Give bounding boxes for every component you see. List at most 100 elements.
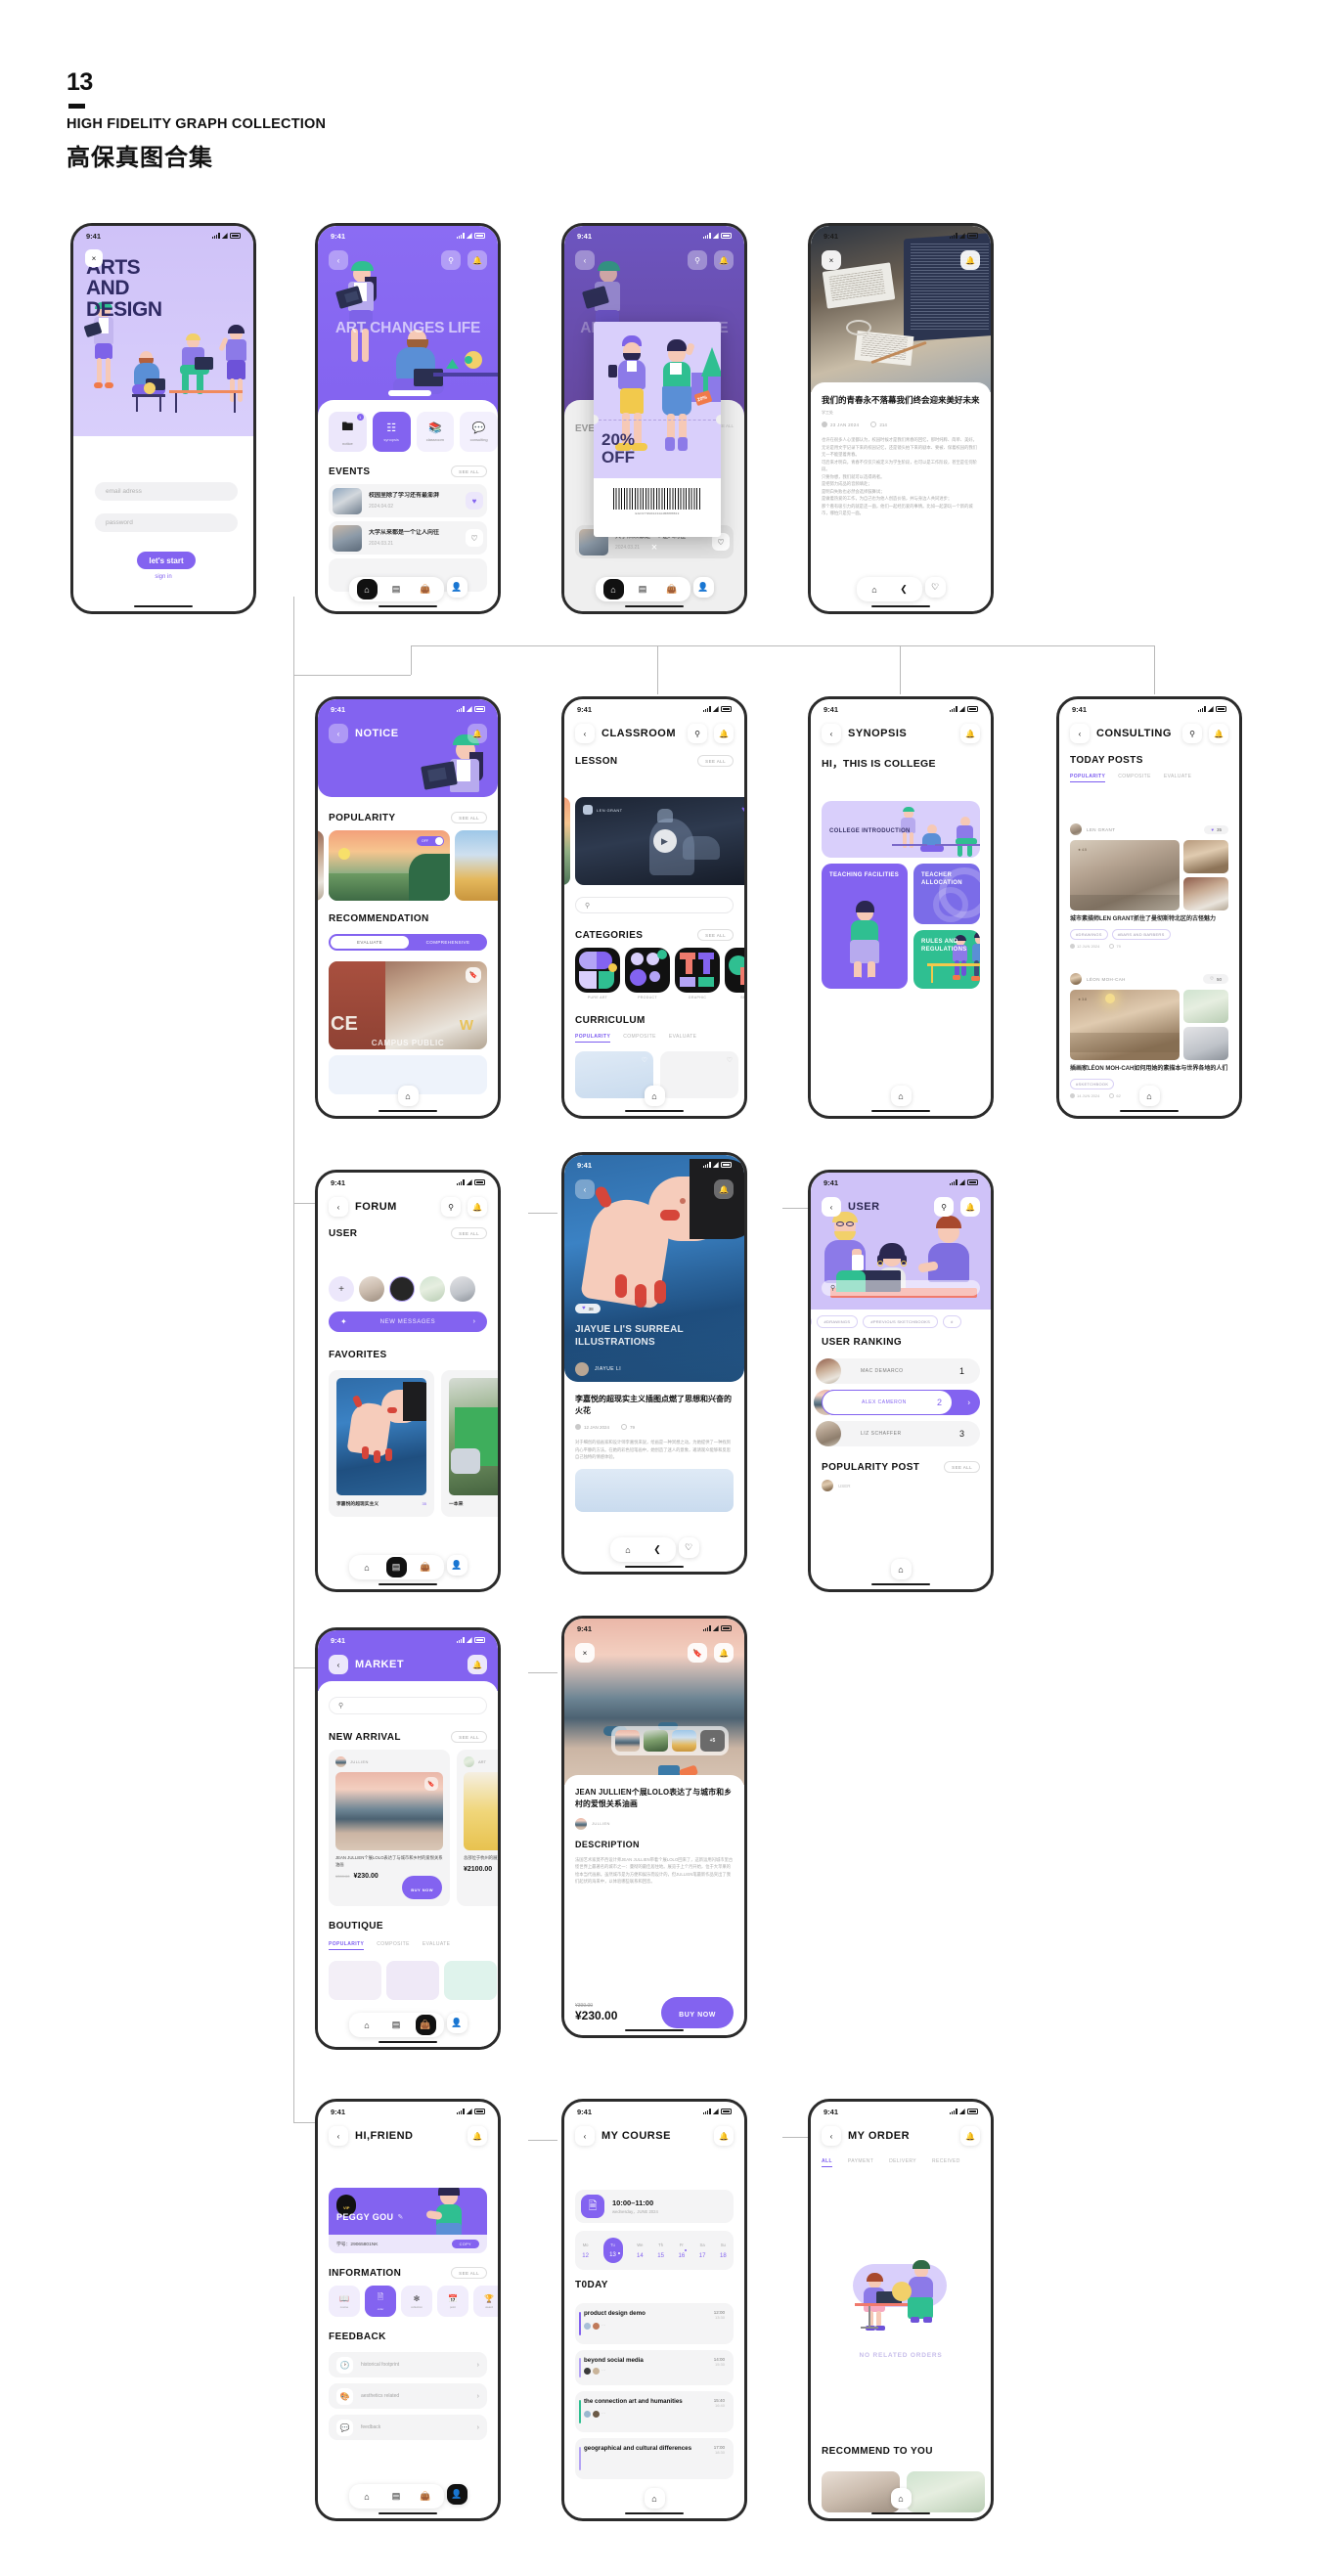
- dock-profile[interactable]: 👤: [446, 2484, 468, 2505]
- dock-bag[interactable]: 👜: [661, 579, 683, 600]
- bell-icon[interactable]: 🔔: [1209, 724, 1228, 743]
- event-row[interactable]: 校园里除了学习还有最澎湃 2024.04.02 ♥: [329, 484, 487, 517]
- dock-home[interactable]: ⌂: [890, 1086, 912, 1106]
- favorite-card[interactable]: 李嘉悦的超现实主义 35: [329, 1370, 434, 1517]
- day-we[interactable]: We 14: [637, 2243, 644, 2259]
- back-button[interactable]: ‹: [575, 2126, 595, 2146]
- post-tag[interactable]: #BARS AND BARBERS: [1111, 929, 1171, 940]
- bell-icon[interactable]: 🔔: [468, 2126, 487, 2146]
- dock-home[interactable]: ⌂: [890, 1559, 912, 1579]
- category-product[interactable]: PRODUCT: [625, 948, 670, 999]
- dock-home[interactable]: ⌂: [356, 2015, 378, 2035]
- dock-bag[interactable]: 👜: [415, 2015, 436, 2035]
- lesson-row[interactable]: geographical and cultural differences 17…: [575, 2438, 734, 2479]
- tab-evaluate[interactable]: EVALUATE: [1164, 774, 1192, 782]
- boutique-card[interactable]: [386, 1961, 439, 2000]
- bell-icon[interactable]: 🔔: [468, 250, 487, 270]
- lesson-row[interactable]: the connection art and humanities ··· 15…: [575, 2391, 734, 2432]
- close-button[interactable]: ×: [85, 249, 103, 267]
- popularity-see-all[interactable]: SEE ALL: [451, 812, 487, 823]
- lesson-video-card[interactable]: LEN GRANT ♥ ▶: [575, 797, 744, 885]
- post-item[interactable]: LÉON MOH-CAH ♡ 50 ★ 3.8 插画家LÉON MOH-CAH如…: [1070, 973, 1228, 1098]
- information-see-all[interactable]: SEE ALL: [451, 2267, 487, 2279]
- dock-home[interactable]: ⌂: [356, 1557, 378, 1577]
- bell-icon[interactable]: 🔔: [468, 1655, 487, 1674]
- dock-home[interactable]: ⌂: [356, 579, 378, 600]
- dock-home[interactable]: ⌂: [356, 2486, 378, 2507]
- bell-icon[interactable]: 🔔: [714, 724, 734, 743]
- dock-profile[interactable]: 👤: [692, 577, 714, 598]
- quick-nav-notice[interactable]: 🖿 notice 1: [329, 412, 367, 452]
- action-share[interactable]: ❮: [893, 579, 914, 600]
- current-session-card[interactable]: 🗎 10:00–11:00 wednesday，JUNE 2024: [575, 2190, 734, 2223]
- bell-icon[interactable]: 🔔: [960, 1197, 980, 1217]
- event-row[interactable]: 大学从来都是一个让人向往 2024.03.21 ♡: [329, 521, 487, 555]
- coupon-ticket[interactable]: 20% 20% OFF EGO1TNM01234A4B8888813: [594, 322, 721, 537]
- back-button[interactable]: ‹: [329, 1655, 348, 1674]
- tab-popularity[interactable]: POPULARITY: [575, 1034, 611, 1043]
- close-button[interactable]: ×: [575, 1643, 595, 1663]
- tile-teacher-allocation[interactable]: TEACHER ALLOCATION: [913, 864, 980, 924]
- market-search-input[interactable]: ⚲: [329, 1697, 487, 1714]
- bell-icon[interactable]: 🔔: [960, 250, 980, 270]
- close-button[interactable]: ×: [822, 250, 841, 270]
- lesson-see-all[interactable]: SEE ALL: [697, 755, 734, 767]
- back-button[interactable]: ‹: [329, 250, 348, 270]
- tile-rules-regulations[interactable]: RULES AND REGULATIONS: [913, 930, 980, 989]
- dock-news[interactable]: ▤: [632, 579, 653, 600]
- back-button[interactable]: ‹: [575, 724, 595, 743]
- back-button[interactable]: ‹: [329, 1197, 348, 1217]
- lesson-row[interactable]: product design demo ··· 12:00 13:30: [575, 2303, 734, 2344]
- action-share[interactable]: ❮: [646, 1539, 668, 1560]
- feedback-row-historical[interactable]: 🕑 historical footprint ›: [329, 2352, 487, 2377]
- bell-icon[interactable]: 🔔: [960, 724, 980, 743]
- search-icon[interactable]: ⚲: [688, 250, 707, 270]
- product-card[interactable]: JULLIEN 🔖 JEAN JULLIEN个展LOLO表达了与城市和乡村的爱恨…: [329, 1750, 450, 1906]
- bell-icon[interactable]: 🔔: [960, 2126, 980, 2146]
- bookmark-icon[interactable]: 🔖: [466, 967, 481, 983]
- action-home[interactable]: ⌂: [617, 1539, 639, 1560]
- bell-icon[interactable]: 🔔: [714, 250, 734, 270]
- events-see-all[interactable]: SEE ALL: [451, 466, 487, 477]
- dock-home[interactable]: ⌂: [602, 579, 624, 600]
- lets-start-button[interactable]: let's start: [137, 552, 196, 569]
- tile-teaching-facilities[interactable]: TEACHING FACILITIES: [822, 864, 908, 989]
- ranking-row-3[interactable]: LIZ SCHAFFER 3: [816, 1421, 980, 1446]
- back-button[interactable]: ‹: [575, 1179, 595, 1199]
- boutique-card[interactable]: [329, 1961, 381, 2000]
- user-avatar[interactable]: [389, 1276, 415, 1302]
- day-su[interactable]: Su 18: [720, 2243, 727, 2259]
- copy-button[interactable]: COPY: [451, 2240, 479, 2248]
- user-search-input[interactable]: ⚲: [822, 1280, 980, 1296]
- email-field[interactable]: email adress: [95, 482, 238, 501]
- boutique-card[interactable]: [444, 1961, 497, 2000]
- user-see-all[interactable]: SEE ALL: [451, 1227, 487, 1239]
- tab-popularity[interactable]: POPULARITY: [329, 1941, 365, 1950]
- dock-profile[interactable]: 👤: [446, 1555, 468, 1576]
- dock-profile[interactable]: 👤: [446, 577, 468, 598]
- tab-delivery[interactable]: DELIVERY: [889, 2158, 916, 2167]
- search-icon[interactable]: ⚲: [441, 1197, 461, 1217]
- back-button[interactable]: ‹: [822, 2126, 841, 2146]
- buy-now-button[interactable]: BUY NOW: [661, 1997, 734, 2028]
- back-button[interactable]: ‹: [329, 724, 348, 743]
- thumbnail-strip[interactable]: +5: [611, 1726, 729, 1755]
- user-tag[interactable]: #DRAWINGS: [816, 1315, 859, 1328]
- tab-received[interactable]: RECEIVED: [932, 2158, 960, 2167]
- info-item-order[interactable]: 🗎 order: [365, 2286, 396, 2317]
- quick-nav-synopsis[interactable]: ☷ synopsis: [372, 412, 411, 452]
- new-messages-button[interactable]: ✦ NEW MESSAGES ›: [329, 1311, 487, 1332]
- day-fr[interactable]: Fr 16: [679, 2243, 688, 2259]
- popularity-card[interactable]: OFF: [329, 830, 450, 901]
- dock-news[interactable]: ▤: [385, 1557, 407, 1577]
- tab-composite[interactable]: COMPOSITE: [623, 1034, 656, 1043]
- bell-icon[interactable]: 🔔: [468, 1197, 487, 1217]
- buy-now-button[interactable]: BUY NOW: [411, 1888, 433, 1892]
- favorite-card[interactable]: 一本来 22: [441, 1370, 498, 1517]
- heart-icon-filled[interactable]: ♥: [741, 805, 744, 814]
- back-button[interactable]: ‹: [329, 2126, 348, 2146]
- dock-home[interactable]: ⌂: [644, 1086, 665, 1106]
- coupon-close-button[interactable]: ×: [651, 542, 657, 554]
- bell-icon[interactable]: 🔔: [714, 1179, 734, 1199]
- feedback-row-feedback[interactable]: 💬 feedback ›: [329, 2415, 487, 2440]
